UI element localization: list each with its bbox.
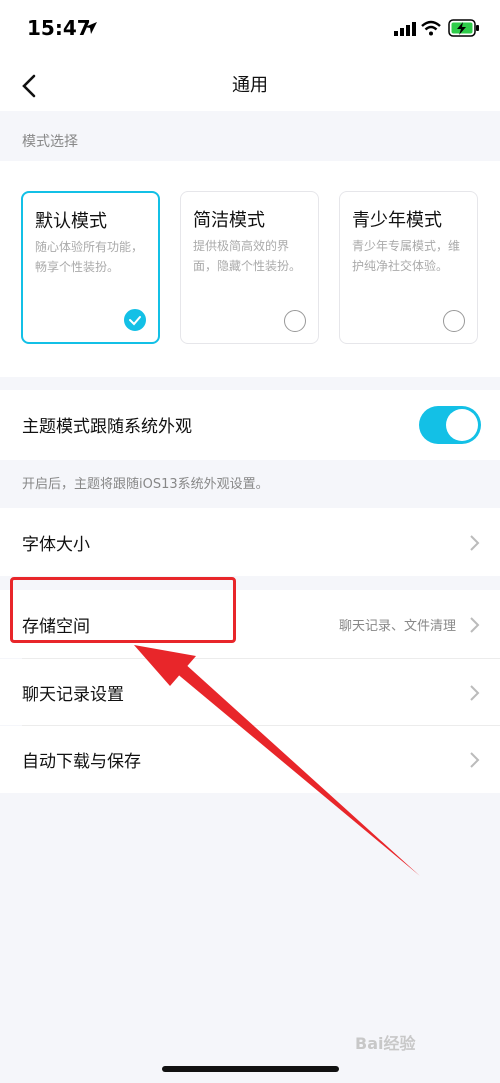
location-arrow-icon [85, 22, 97, 34]
radio-unchecked-icon[interactable] [284, 310, 306, 332]
chevron-right-icon [470, 617, 480, 633]
mode-selector: 默认模式 随心体验所有功能，畅享个性装扮。 简洁模式 提供极简高效的界面，隐藏个… [0, 161, 500, 377]
theme-hint-text: 开启后，主题将跟随iOS13系统外观设置。 [22, 477, 269, 492]
chevron-right-icon [470, 752, 480, 768]
mode-description: 提供极简高效的界面，隐藏个性装扮。 [193, 239, 302, 273]
page-title: 通用 [232, 75, 268, 96]
storage-value: 聊天记录、文件清理 [338, 619, 456, 634]
chat-history-settings-row[interactable]: 聊天记录设置 [0, 659, 500, 725]
chevron-right-icon [470, 685, 480, 701]
mode-card-simple[interactable]: 简洁模式 提供极简高效的界面，隐藏个性装扮。 [180, 191, 319, 344]
home-indicator[interactable] [162, 1066, 339, 1072]
chevron-right-icon [470, 535, 480, 551]
mode-section-label: 模式选择 [22, 134, 78, 150]
toggle-knob [446, 409, 478, 441]
cellular-signal-icon [394, 22, 416, 36]
status-time: 15:47 [27, 16, 91, 40]
checkmark-icon [129, 316, 141, 326]
font-size-row[interactable]: 字体大小 [0, 508, 500, 576]
mode-description: 随心体验所有功能，畅享个性装扮。 [35, 240, 144, 274]
chat-history-settings-label: 聊天记录设置 [22, 685, 124, 705]
font-size-label: 字体大小 [22, 535, 90, 555]
mode-title: 默认模式 [35, 211, 107, 232]
watermark-logo: Bai经验 [355, 1034, 416, 1053]
mode-card-teen[interactable]: 青少年模式 青少年专属模式，维护纯净社交体验。 [339, 191, 478, 344]
battery-charging-icon [448, 19, 479, 37]
annotation-highlight-box [10, 577, 236, 643]
radio-unchecked-icon[interactable] [443, 310, 465, 332]
auto-download-label: 自动下载与保存 [22, 752, 141, 772]
radio-checked-icon[interactable] [124, 309, 146, 331]
mode-card-default[interactable]: 默认模式 随心体验所有功能，畅享个性装扮。 [21, 191, 160, 344]
mode-description: 青少年专属模式，维护纯净社交体验。 [352, 239, 461, 273]
mode-title: 简洁模式 [193, 210, 265, 231]
navigation-bar: 通用 [0, 55, 500, 111]
theme-follow-toggle[interactable] [419, 406, 481, 444]
wifi-icon [421, 20, 441, 36]
mode-title: 青少年模式 [352, 210, 442, 231]
auto-download-row[interactable]: 自动下载与保存 [0, 726, 500, 793]
theme-follow-system-row: 主题模式跟随系统外观 [0, 390, 500, 460]
theme-follow-label: 主题模式跟随系统外观 [22, 417, 192, 437]
status-bar: 15:47 [0, 0, 500, 60]
